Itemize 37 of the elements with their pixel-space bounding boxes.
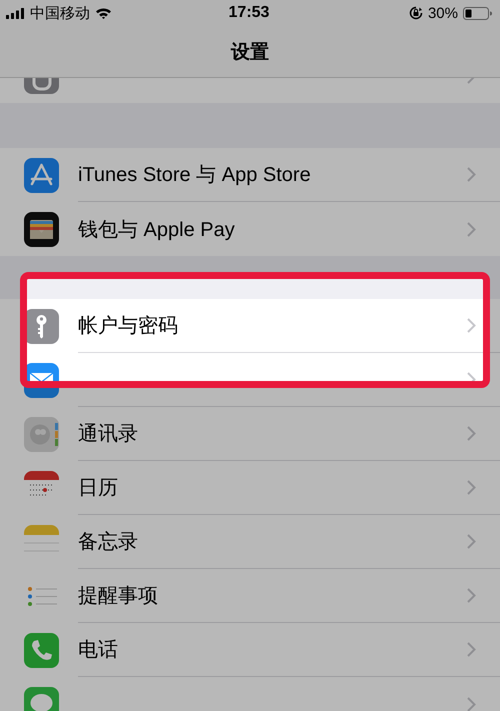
row-label: 钱包与 Apple Pay xyxy=(78,218,235,242)
settings-row[interactable]: 电话 xyxy=(0,623,500,677)
contacts-icon xyxy=(24,416,59,452)
wallet-icon xyxy=(24,212,59,246)
row-label: iTunes Store 与 App Store xyxy=(78,163,311,188)
carrier-name: 中国移动 xyxy=(30,4,90,22)
row-label: 电话 xyxy=(78,638,118,663)
battery-percent: 30% xyxy=(428,4,458,22)
clock-time: 17:53 xyxy=(228,4,270,22)
signal-icon xyxy=(6,8,25,18)
row-label: 日历 xyxy=(78,476,118,501)
chevron-icon xyxy=(467,642,476,657)
key-icon xyxy=(24,308,59,344)
chevron-icon xyxy=(467,318,476,333)
rotation-lock-icon xyxy=(408,6,423,20)
row-label: 帐户与密码 xyxy=(78,314,178,339)
settings-row[interactable]: iTunes Store 与 App Store xyxy=(0,148,500,202)
phone-icon xyxy=(24,632,59,668)
chevron-icon xyxy=(467,588,476,603)
settings-row[interactable]: 通讯录 xyxy=(0,407,500,461)
app-store-icon xyxy=(24,158,59,192)
row-label: 提醒事项 xyxy=(78,584,158,609)
page-title: 设置 xyxy=(231,40,269,64)
settings-row[interactable]: 日历 xyxy=(0,461,500,515)
chevron-icon xyxy=(467,696,476,711)
settings-row[interactable]: 备忘录 xyxy=(0,515,500,569)
wifi-icon xyxy=(95,7,112,19)
chevron-icon xyxy=(467,534,476,549)
settings-row[interactable]: 帐户与密码 xyxy=(0,299,500,353)
chevron-icon xyxy=(467,222,476,236)
chevron-icon xyxy=(467,480,476,495)
settings-row[interactable]: 提醒事项 xyxy=(0,569,500,623)
settings-row[interactable]: 钱包与 Apple Pay xyxy=(0,202,500,256)
chevron-icon xyxy=(467,426,476,441)
chevron-icon xyxy=(467,167,476,182)
row-label: 通讯录 xyxy=(78,422,138,447)
row-label: 备忘录 xyxy=(78,530,138,555)
